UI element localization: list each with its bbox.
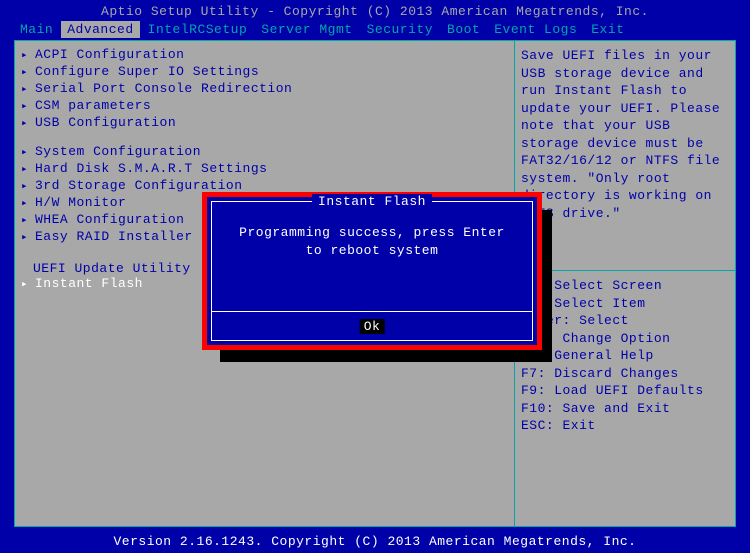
dialog-divider: [212, 311, 532, 312]
menu-serial-redirect[interactable]: Serial Port Console Redirection: [19, 81, 510, 98]
ok-button-label: Ok: [360, 319, 385, 334]
menu-usb-configuration[interactable]: USB Configuration: [19, 115, 510, 132]
tab-server-mgmt[interactable]: Server Mgmt: [255, 21, 358, 38]
key-select-item: ^v: Select Item: [521, 295, 729, 313]
menu-label: Easy RAID Installer: [35, 229, 193, 246]
submenu-arrow-icon: [21, 144, 35, 161]
dialog-title: Instant Flash: [312, 194, 432, 209]
tab-advanced[interactable]: Advanced: [61, 21, 139, 38]
key-esc-exit: ESC: Exit: [521, 417, 729, 435]
submenu-arrow-icon: [21, 64, 35, 81]
key-select: Enter: Select: [521, 312, 729, 330]
menu-super-io[interactable]: Configure Super IO Settings: [19, 64, 510, 81]
menu-label: Instant Flash: [35, 276, 143, 293]
submenu-arrow-icon: [21, 276, 35, 293]
menu-label: H/W Monitor: [35, 195, 126, 212]
submenu-arrow-icon: [21, 212, 35, 229]
menu-label: Serial Port Console Redirection: [35, 81, 292, 98]
menu-label: Hard Disk S.M.A.R.T Settings: [35, 161, 267, 178]
submenu-arrow-icon: [21, 47, 35, 64]
tab-security[interactable]: Security: [361, 21, 439, 38]
submenu-arrow-icon: [21, 195, 35, 212]
key-load-defaults: F9: Load UEFI Defaults: [521, 382, 729, 400]
menu-label: CSM parameters: [35, 98, 151, 115]
key-select-screen: ><: Select Screen: [521, 277, 729, 295]
utility-title: Aptio Setup Utility - Copyright (C) 2013…: [0, 0, 750, 21]
menu-smart-settings[interactable]: Hard Disk S.M.A.R.T Settings: [19, 161, 510, 178]
menu-csm-parameters[interactable]: CSM parameters: [19, 98, 510, 115]
key-change-option: +/-: Change Option: [521, 330, 729, 348]
tab-exit[interactable]: Exit: [585, 21, 630, 38]
menu-label: System Configuration: [35, 144, 201, 161]
ok-button[interactable]: Ok: [360, 319, 385, 334]
tab-boot[interactable]: Boot: [441, 21, 486, 38]
tab-main[interactable]: Main: [14, 21, 59, 38]
submenu-arrow-icon: [21, 229, 35, 246]
menu-label: Configure Super IO Settings: [35, 64, 259, 81]
submenu-arrow-icon: [21, 161, 35, 178]
tab-intelrcsetup[interactable]: IntelRCSetup: [142, 21, 254, 38]
version-footer: Version 2.16.1243. Copyright (C) 2013 Am…: [0, 534, 750, 549]
dialog-message: Programming success, press Enter to rebo…: [212, 202, 532, 260]
tab-bar: Main Advanced IntelRCSetup Server Mgmt S…: [0, 21, 750, 42]
key-general-help: F1: General Help: [521, 347, 729, 365]
tab-event-logs[interactable]: Event Logs: [488, 21, 583, 38]
dialog-highlight-border: Instant Flash Programming success, press…: [202, 192, 542, 350]
instant-flash-dialog: Instant Flash Programming success, press…: [207, 197, 537, 345]
menu-label: ACPI Configuration: [35, 47, 184, 64]
submenu-arrow-icon: [21, 178, 35, 195]
submenu-arrow-icon: [21, 115, 35, 132]
key-discard-changes: F7: Discard Changes: [521, 365, 729, 383]
menu-system-configuration[interactable]: System Configuration: [19, 144, 510, 161]
submenu-arrow-icon: [21, 98, 35, 115]
key-save-exit: F10: Save and Exit: [521, 400, 729, 418]
menu-acpi-configuration[interactable]: ACPI Configuration: [19, 47, 510, 64]
menu-label: USB Configuration: [35, 115, 176, 132]
menu-label: WHEA Configuration: [35, 212, 184, 229]
submenu-arrow-icon: [21, 81, 35, 98]
